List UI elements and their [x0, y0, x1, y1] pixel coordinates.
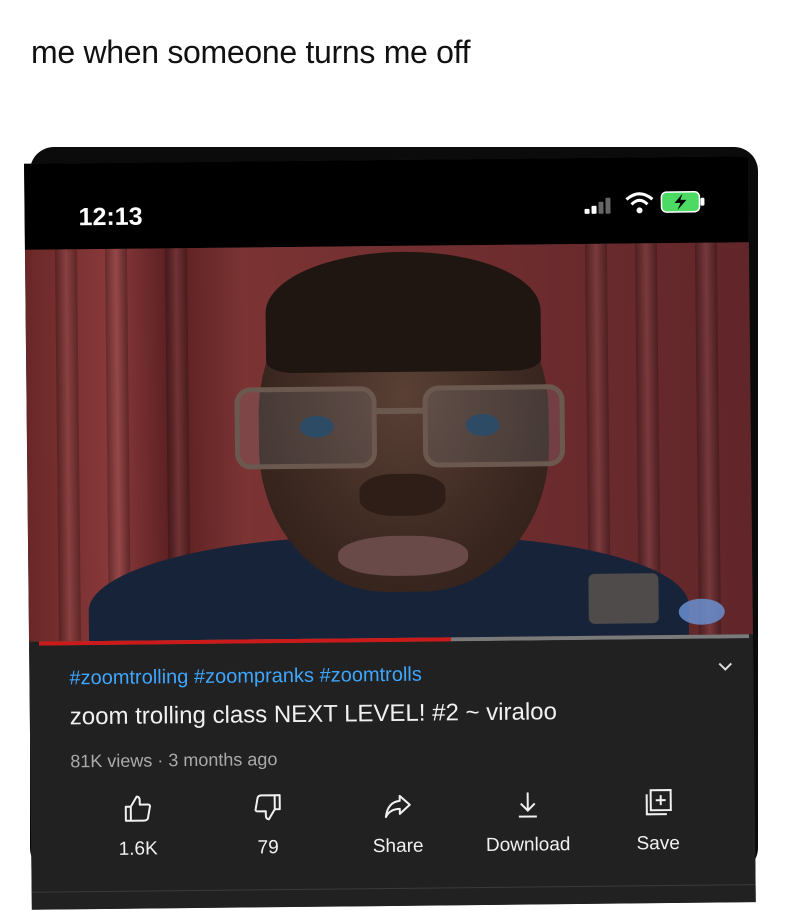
- video-player[interactable]: [24, 242, 753, 642]
- dislike-count: 79: [257, 837, 279, 859]
- cellular-signal-icon: [584, 196, 614, 214]
- download-icon: [518, 792, 537, 818]
- battery-charging-icon: [660, 191, 705, 213]
- view-count: 81K views: [70, 750, 153, 772]
- chevron-down-icon[interactable]: [717, 658, 733, 674]
- like-count: 1.6K: [118, 838, 158, 860]
- video-title: zoom trolling class NEXT LEVEL! #2 ~ vir…: [69, 698, 558, 731]
- divider: [31, 884, 756, 893]
- meta-separator: ·: [152, 750, 169, 771]
- share-label: Share: [372, 835, 424, 858]
- save-label: Save: [636, 832, 680, 855]
- thumbs-down-icon: [254, 794, 281, 821]
- share-arrow-icon: [384, 794, 411, 819]
- thumbs-up-icon: [124, 795, 151, 822]
- wifi-icon: [625, 192, 654, 214]
- dislike-button[interactable]: 79: [213, 791, 324, 860]
- share-button[interactable]: Share: [343, 789, 454, 858]
- video-hashtags[interactable]: #zoomtrolling #zoompranks #zoomtrolls: [69, 664, 422, 691]
- download-button[interactable]: Download: [473, 788, 584, 857]
- action-bar: 1.6K 79 Share Download Save: [71, 787, 722, 874]
- video-meta: 81K views · 3 months ago: [70, 749, 277, 772]
- meme-caption: me when someone turns me off: [31, 34, 471, 70]
- upload-age: 3 months ago: [168, 749, 278, 771]
- save-button[interactable]: Save: [603, 787, 714, 856]
- like-button[interactable]: 1.6K: [83, 792, 194, 861]
- phone-screen: 12:13 #zoomtrolling #zoompranks #zoomtro…: [24, 156, 756, 910]
- status-time: 12:13: [78, 202, 143, 232]
- status-bar: 12:13: [24, 156, 749, 250]
- add-to-playlist-icon: [645, 789, 672, 816]
- download-label: Download: [485, 834, 571, 856]
- video-details: #zoomtrolling #zoompranks #zoomtrolls zo…: [29, 638, 756, 910]
